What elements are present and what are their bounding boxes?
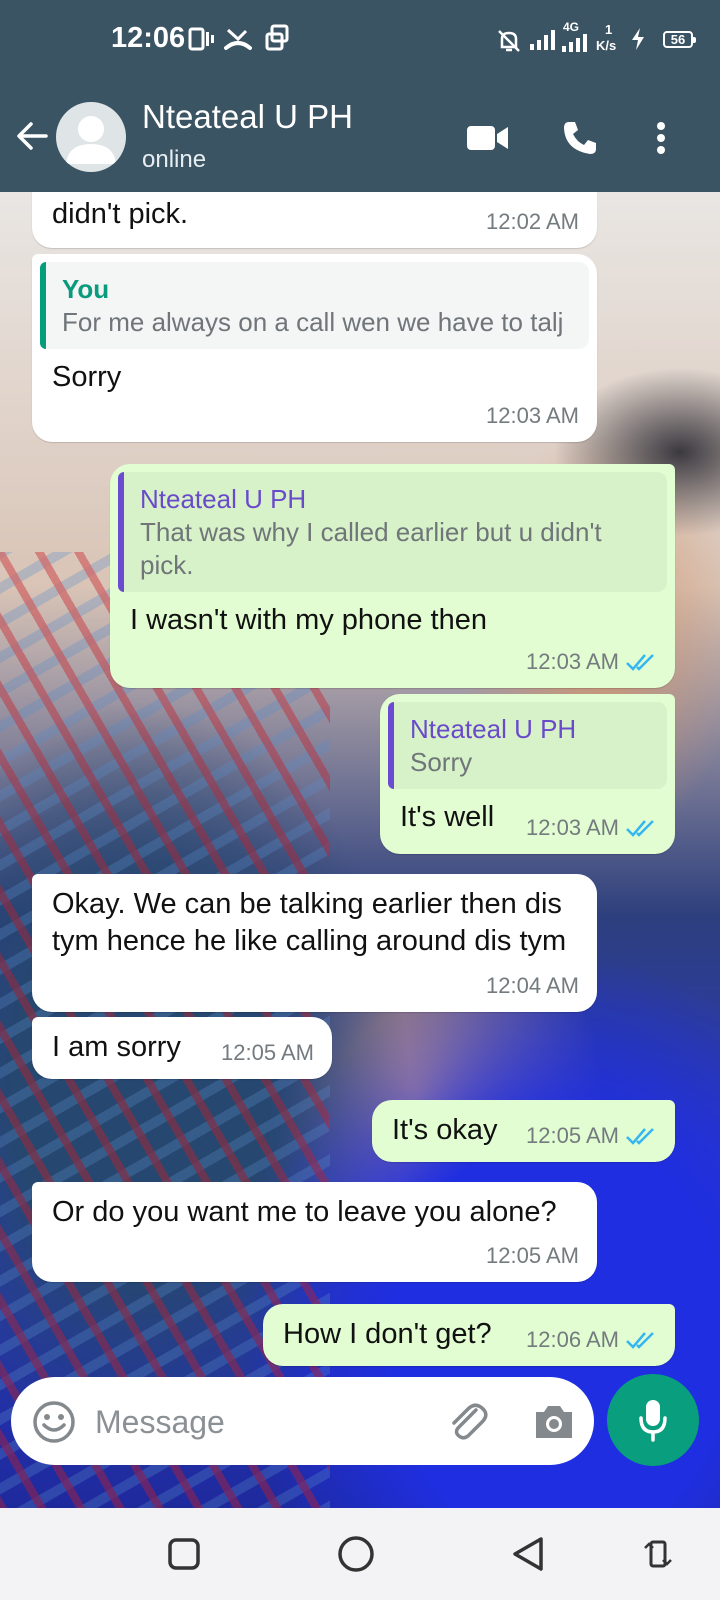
quoted-message[interactable]: Nteateal U PH That was why I called earl… <box>118 472 667 592</box>
message-time: 12:06 AM <box>526 1321 657 1358</box>
message-incoming[interactable]: Okay. We can be talking earlier then dis… <box>32 874 597 1012</box>
back-nav-button[interactable] <box>506 1532 550 1576</box>
message-text: How I don't get? <box>283 1318 492 1350</box>
quote-text: For me always on a call wen we have to t… <box>62 307 564 337</box>
rotate-button[interactable] <box>636 1532 680 1576</box>
quote-text: Sorry <box>410 747 473 777</box>
double-check-icon <box>626 654 654 671</box>
message-text: didn't pick. <box>52 198 189 230</box>
quote-author: Nteateal U PH <box>410 714 577 744</box>
quote-author: You <box>62 274 110 304</box>
double-check-icon <box>626 1128 654 1145</box>
message-time: 12:03 AM <box>526 643 657 680</box>
more-options-button[interactable] <box>641 116 681 160</box>
message-composer <box>11 1377 594 1465</box>
message-text: I wasn't with my phone then <box>130 604 487 636</box>
message-outgoing[interactable]: It's okay 12:05 AM <box>372 1100 675 1162</box>
contact-status: online <box>142 146 207 173</box>
message-text: It's okay <box>392 1114 498 1146</box>
message-outgoing[interactable]: Nteateal U PH That was why I called earl… <box>110 464 675 688</box>
message-time: 12:05 AM <box>526 1117 657 1154</box>
quoted-message[interactable]: You For me always on a call wen we have … <box>40 262 589 349</box>
message-outgoing[interactable]: How I don't get? 12:06 AM <box>263 1304 675 1366</box>
message-text: I am sorry <box>52 1031 181 1063</box>
rotate-icon <box>644 1540 672 1568</box>
voice-message-button[interactable] <box>607 1374 699 1466</box>
triangle-back-icon <box>513 1537 543 1571</box>
voice-call-button[interactable] <box>558 116 602 160</box>
battery-level: 56 <box>663 31 696 48</box>
status-bar: 12:06 4G 1 K/s 56 <box>0 0 720 80</box>
circle-icon <box>338 1536 374 1572</box>
recents-button[interactable] <box>162 1532 206 1576</box>
message-incoming[interactable]: I am sorry 12:05 AM <box>32 1017 332 1079</box>
signal-icon <box>530 28 562 55</box>
contact-avatar[interactable] <box>56 102 126 172</box>
quoted-message[interactable]: Nteateal U PH Sorry <box>388 702 667 789</box>
arrow-left-icon <box>17 122 48 150</box>
emoji-icon <box>33 1401 75 1443</box>
camera-icon <box>536 1406 572 1438</box>
chat-header: 12:06 4G 1 K/s 56 Nteateal U PH online <box>0 0 720 192</box>
message-incoming[interactable]: You For me always on a call wen we have … <box>32 254 597 442</box>
paperclip-icon <box>452 1403 488 1440</box>
video-call-button[interactable] <box>466 116 510 160</box>
chat-area[interactable]: didn't pick. 12:02 AM You For me always … <box>0 192 720 1508</box>
attach-button[interactable] <box>445 1399 491 1445</box>
message-incoming[interactable]: didn't pick. 12:02 AM <box>32 192 597 248</box>
message-text: Okay. We can be talking earlier then dis… <box>52 888 567 957</box>
status-time: 12:06 <box>111 22 186 54</box>
square-icon <box>168 1538 200 1570</box>
net-speed-value: 1 <box>605 22 613 37</box>
net-speed-unit: K/s <box>596 38 617 53</box>
network-type: 4G <box>563 20 580 34</box>
video-camera-icon <box>467 126 508 150</box>
double-check-icon <box>626 820 654 837</box>
message-outgoing[interactable]: Nteateal U PH Sorry It's well 12:03 AM <box>380 694 675 854</box>
message-input[interactable] <box>93 1395 427 1449</box>
missed-call-icon <box>224 26 252 57</box>
message-time: 12:03 AM <box>526 809 657 846</box>
person-icon <box>66 116 116 164</box>
message-time: 12:03 AM <box>486 403 579 428</box>
camera-button[interactable] <box>531 1399 577 1445</box>
message-text: Or do you want me to leave you alone? <box>52 1196 557 1228</box>
message-time: 12:05 AM <box>221 1040 314 1065</box>
message-text: Sorry <box>52 361 122 393</box>
message-time: 12:05 AM <box>486 1243 579 1268</box>
home-button[interactable] <box>334 1532 378 1576</box>
quote-text: That was why I called earlier but u didn… <box>140 517 602 580</box>
message-time: 12:04 AM <box>486 973 579 998</box>
back-button[interactable] <box>14 118 50 154</box>
phone-icon <box>564 122 596 154</box>
double-check-icon <box>626 1332 654 1349</box>
more-vertical-icon <box>657 122 665 154</box>
microphone-icon <box>639 1400 667 1442</box>
message-incoming[interactable]: Or do you want me to leave you alone? 12… <box>32 1182 597 1282</box>
system-nav-bar <box>0 1508 720 1600</box>
signal-icon-2 <box>562 34 592 57</box>
message-time: 12:02 AM <box>486 209 579 234</box>
sync-icon <box>264 24 290 57</box>
contact-name[interactable]: Nteateal U PH <box>142 98 353 136</box>
emoji-button[interactable] <box>31 1399 77 1445</box>
charging-icon <box>630 28 646 55</box>
quote-author: Nteateal U PH <box>140 484 307 514</box>
vpn-icon <box>188 26 214 57</box>
mute-bell-icon <box>496 28 522 59</box>
